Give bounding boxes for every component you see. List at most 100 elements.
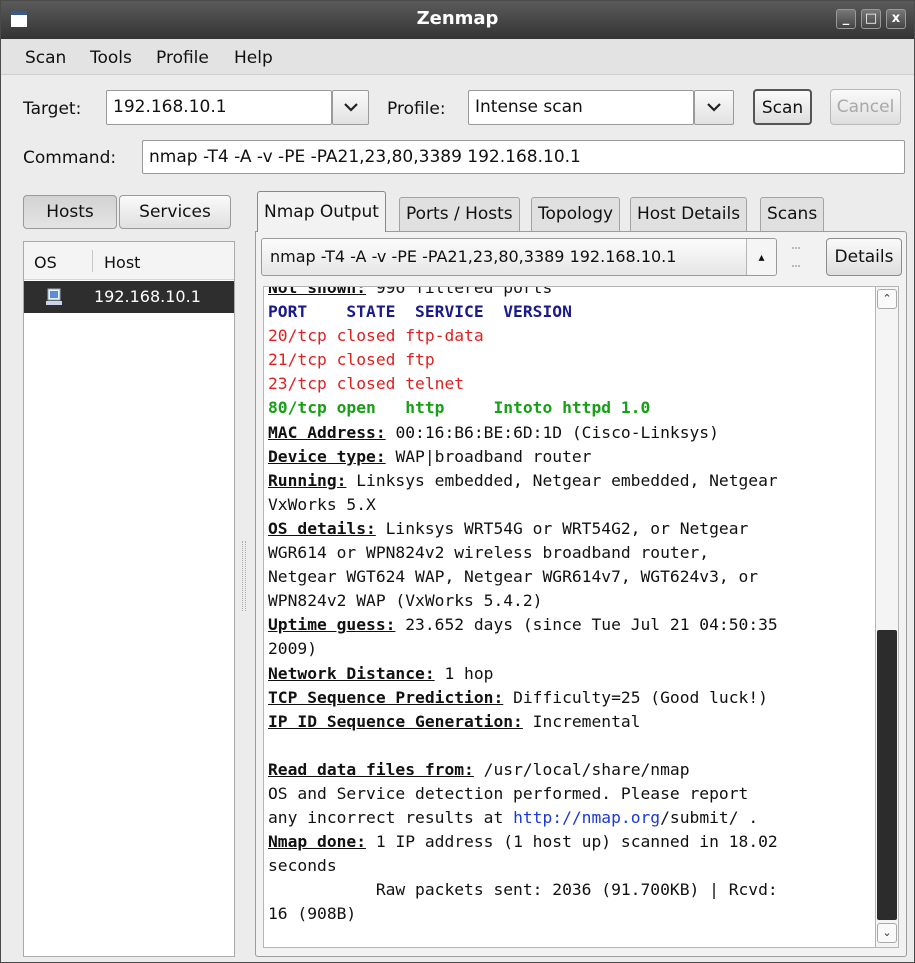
target-dropdown-button[interactable] bbox=[332, 90, 369, 125]
output-lines: Not shown: 996 filtered ports PORT STATE … bbox=[268, 286, 874, 927]
host-row[interactable]: 192.168.10.1 bbox=[24, 281, 234, 313]
output-text: OS and Service detection performed. Plea… bbox=[268, 783, 749, 803]
window-title: Zenmap bbox=[416, 8, 499, 29]
output-line: 2009) bbox=[268, 637, 874, 661]
output-key: Running: bbox=[268, 470, 347, 490]
output-key: MAC Address: bbox=[268, 422, 386, 442]
output-text: WPN824v2 WAP (VxWorks 5.4.2) bbox=[268, 591, 543, 611]
output-key: IP ID Sequence Generation: bbox=[268, 711, 523, 731]
host-column-header[interactable]: Host bbox=[104, 253, 140, 272]
output-line: TCP Sequence Prediction: Difficulty=25 (… bbox=[268, 686, 874, 710]
output-text: seconds bbox=[268, 856, 337, 876]
nmap-output-text[interactable]: Not shown: 996 filtered ports PORT STATE … bbox=[263, 286, 875, 948]
output-text: VxWorks 5.X bbox=[268, 494, 376, 514]
title-bar[interactable]: Zenmap _ □ x bbox=[1, 1, 914, 39]
output-text: Raw packets sent: 2036 (91.700KB) | Rcvd… bbox=[268, 880, 778, 900]
output-text: 1 IP address (1 host up) scanned in 18.0… bbox=[366, 832, 778, 852]
output-line: VxWorks 5.X bbox=[268, 493, 874, 517]
output-line: Network Distance: 1 hop bbox=[268, 662, 874, 686]
command-label: Command: bbox=[23, 148, 117, 168]
output-text: 2009) bbox=[268, 639, 318, 659]
output-scrollbar[interactable]: ⌃ ⌄ bbox=[875, 286, 899, 948]
menu-profile[interactable]: Profile bbox=[156, 48, 209, 68]
output-text: Incremental bbox=[522, 711, 641, 731]
output-text: Difficulty=25 (Good luck!) bbox=[503, 687, 768, 707]
output-key: Nmap done: bbox=[268, 832, 367, 852]
output-text: 16 (908B) bbox=[268, 904, 357, 924]
hosts-view-button[interactable]: Hosts bbox=[23, 195, 117, 229]
output-line: any incorrect results at http://nmap.org… bbox=[268, 806, 874, 830]
zenmap-window: Zenmap _ □ x Scan Tools Profile Help Tar… bbox=[0, 0, 915, 963]
output-text: 20/tcp closed ftp-data bbox=[268, 326, 484, 346]
menu-tools[interactable]: Tools bbox=[90, 48, 132, 68]
scrollbar-thumb[interactable] bbox=[877, 630, 897, 920]
tab-host-details[interactable]: Host Details bbox=[630, 197, 748, 231]
chevron-down-icon bbox=[343, 103, 358, 112]
output-line: Read data files from: /usr/local/share/n… bbox=[268, 758, 874, 782]
output-key: Not shown: bbox=[268, 286, 367, 297]
output-line: IP ID Sequence Generation: Incremental bbox=[268, 710, 874, 734]
output-line: MAC Address: 00:16:B6:BE:6D:1D (Cisco-Li… bbox=[268, 421, 874, 445]
output-line: 16 (908B) bbox=[268, 902, 874, 926]
output-key: Read data files from: bbox=[268, 759, 474, 779]
output-line: PORT STATE SERVICE VERSION bbox=[268, 300, 874, 324]
tab-nmap-output[interactable]: Nmap Output bbox=[257, 191, 386, 232]
output-text: Linksys embedded, Netgear embedded, Netg… bbox=[346, 470, 778, 490]
output-key: TCP Sequence Prediction: bbox=[268, 687, 504, 707]
scroll-down-button[interactable]: ⌄ bbox=[877, 923, 897, 943]
output-text: 21/tcp closed ftp bbox=[268, 350, 435, 370]
output-key: Uptime guess: bbox=[268, 615, 396, 635]
details-button[interactable]: Details bbox=[826, 238, 902, 276]
host-name: 192.168.10.1 bbox=[94, 287, 201, 306]
output-key: Network Distance: bbox=[268, 663, 435, 683]
profile-select[interactable]: Intense scan bbox=[468, 90, 694, 125]
services-view-button[interactable]: Services bbox=[119, 195, 231, 229]
output-line: Uptime guess: 23.652 days (since Tue Jul… bbox=[268, 613, 874, 637]
scan-button[interactable]: Scan bbox=[753, 89, 812, 125]
output-key: OS details: bbox=[268, 518, 376, 538]
os-column-header[interactable]: OS bbox=[34, 253, 57, 272]
host-list: OS Host 192.168.10.1 bbox=[23, 241, 235, 957]
output-line: Not shown: 996 filtered ports bbox=[268, 286, 874, 300]
output-line: Raw packets sent: 2036 (91.700KB) | Rcvd… bbox=[268, 878, 874, 902]
output-key: Device type: bbox=[268, 446, 386, 466]
computer-icon bbox=[46, 288, 62, 305]
tab-topology[interactable]: Topology bbox=[531, 197, 621, 231]
scroll-up-button[interactable]: ⌃ bbox=[877, 289, 897, 309]
output-line: OS and Service detection performed. Plea… bbox=[268, 782, 874, 806]
output-line: WGR614 or WPN824v2 wireless broadband ro… bbox=[268, 541, 874, 565]
menu-bar: Scan Tools Profile Help bbox=[1, 39, 914, 75]
target-input[interactable]: 192.168.10.1 bbox=[106, 90, 332, 125]
menu-help[interactable]: Help bbox=[234, 48, 273, 68]
chevron-down-icon bbox=[707, 103, 721, 112]
column-separator bbox=[92, 250, 93, 272]
profile-dropdown-button[interactable] bbox=[694, 90, 734, 125]
output-text: 996 filtered ports bbox=[366, 286, 553, 297]
output-text: WAP|broadband router bbox=[385, 446, 592, 466]
output-text: WGR614 or WPN824v2 wireless broadband ro… bbox=[268, 543, 710, 563]
output-line: Nmap done: 1 IP address (1 host up) scan… bbox=[268, 830, 874, 854]
tab-ports-hosts[interactable]: Ports / Hosts bbox=[399, 197, 520, 231]
toolbar-grip bbox=[792, 247, 800, 267]
output-line: Device type: WAP|broadband router bbox=[268, 445, 874, 469]
close-button[interactable]: x bbox=[886, 9, 906, 29]
minimize-button[interactable]: _ bbox=[836, 9, 856, 29]
scan-command-value: nmap -T4 -A -v -PE -PA21,23,80,3389 192.… bbox=[270, 247, 677, 266]
output-text: PORT STATE SERVICE VERSION bbox=[268, 302, 572, 322]
output-text: 1 hop bbox=[434, 663, 494, 683]
maximize-button[interactable]: □ bbox=[861, 9, 881, 29]
cancel-button[interactable]: Cancel bbox=[830, 89, 901, 125]
menu-scan[interactable]: Scan bbox=[25, 48, 66, 68]
output-text: 00:16:B6:BE:6D:1D (Cisco-Linksys) bbox=[385, 422, 719, 442]
tab-scans[interactable]: Scans bbox=[760, 197, 825, 231]
command-input[interactable]: nmap -T4 -A -v -PE -PA21,23,80,3389 192.… bbox=[142, 140, 905, 174]
output-text: Linksys WRT54G or WRT54G2, or Netgear bbox=[375, 518, 749, 538]
output-link[interactable]: http://nmap.org bbox=[513, 808, 660, 827]
output-line: WPN824v2 WAP (VxWorks 5.4.2) bbox=[268, 589, 874, 613]
scan-command-select[interactable]: nmap -T4 -A -v -PE -PA21,23,80,3389 192.… bbox=[261, 238, 777, 276]
output-text: /usr/local/share/nmap bbox=[473, 759, 690, 779]
output-text: 80/tcp open http Intoto httpd 1.0 bbox=[268, 398, 651, 418]
target-label: Target: bbox=[23, 99, 82, 119]
pane-splitter-handle[interactable] bbox=[242, 541, 246, 611]
